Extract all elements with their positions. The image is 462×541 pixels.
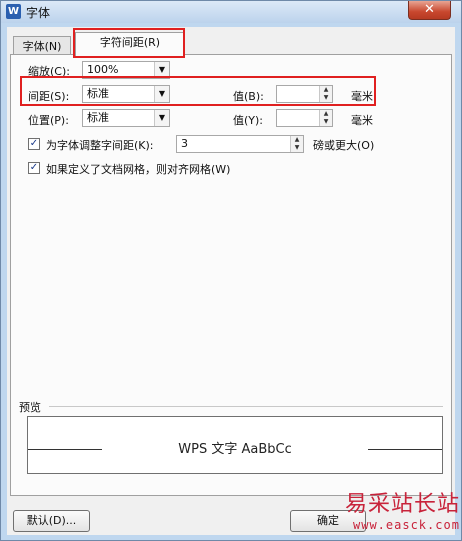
kerning-suffix: 磅或更大(O): [313, 139, 375, 152]
spin-down-icon[interactable]: ▼: [320, 118, 332, 126]
close-icon: ✕: [424, 2, 435, 17]
position-unit[interactable]: 毫米: [351, 112, 373, 128]
preview-box: WPS 文字 AaBbCc: [27, 416, 443, 474]
preview-label: 预览: [19, 401, 41, 414]
default-button[interactable]: 默认(D)...: [13, 510, 90, 532]
spacing-highlight-box: [20, 76, 376, 106]
scale-value: 100%: [87, 63, 119, 76]
tab-font[interactable]: 字体(N): [13, 36, 71, 55]
position-value: 标准: [87, 111, 109, 124]
spin-up-icon[interactable]: ▲: [320, 110, 332, 118]
kerning-checkbox[interactable]: ✓: [28, 138, 40, 150]
site-watermark: 易采站长站: [345, 492, 461, 517]
spin-up-icon[interactable]: ▲: [291, 136, 303, 144]
site-watermark-url: www.easck.com: [353, 518, 460, 532]
spin-down-icon[interactable]: ▼: [291, 144, 303, 152]
position-combo[interactable]: 标准 ▼: [82, 109, 170, 127]
title-bar: W 字体 ✕: [1, 1, 461, 23]
preview-baseline-right: [368, 449, 442, 450]
kerning-label: 为字体调整字间距(K):: [46, 139, 154, 152]
chevron-down-icon[interactable]: ▼: [154, 110, 169, 126]
kerning-spinner[interactable]: ▲ ▼: [290, 136, 303, 152]
snap-to-grid-label: 如果定义了文档网格，则对齐网格(W): [46, 163, 231, 176]
position-amount-input[interactable]: ▲ ▼: [276, 109, 333, 127]
preview-separator: [49, 406, 443, 407]
wps-writer-icon: W: [6, 4, 21, 19]
position-value-label: 值(Y):: [233, 114, 264, 127]
close-button[interactable]: ✕: [408, 1, 451, 20]
kerning-amount-input[interactable]: 3 ▲ ▼: [176, 135, 304, 153]
tab-highlight-box: [73, 28, 185, 58]
kerning-amount: 3: [181, 137, 188, 150]
font-dialog: W 字体 ✕ 字体(N) 字符间距(R) 缩放(C): 100% ▼ 间距(S)…: [0, 0, 462, 541]
position-label: 位置(P):: [28, 114, 69, 127]
position-spinner[interactable]: ▲ ▼: [319, 110, 332, 126]
window-title: 字体: [26, 6, 51, 20]
preview-text: WPS 文字 AaBbCc: [178, 442, 292, 457]
snap-to-grid-checkbox[interactable]: ✓: [28, 162, 40, 174]
